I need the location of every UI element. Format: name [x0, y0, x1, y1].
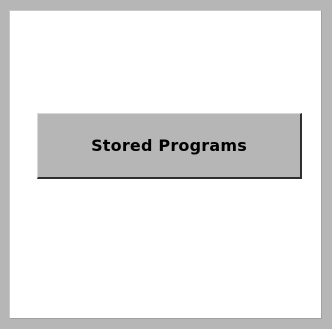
stored-programs-button[interactable]: Stored Programs — [37, 113, 302, 179]
stored-programs-button-label: Stored Programs — [91, 136, 247, 155]
main-panel: Stored Programs — [9, 10, 322, 319]
